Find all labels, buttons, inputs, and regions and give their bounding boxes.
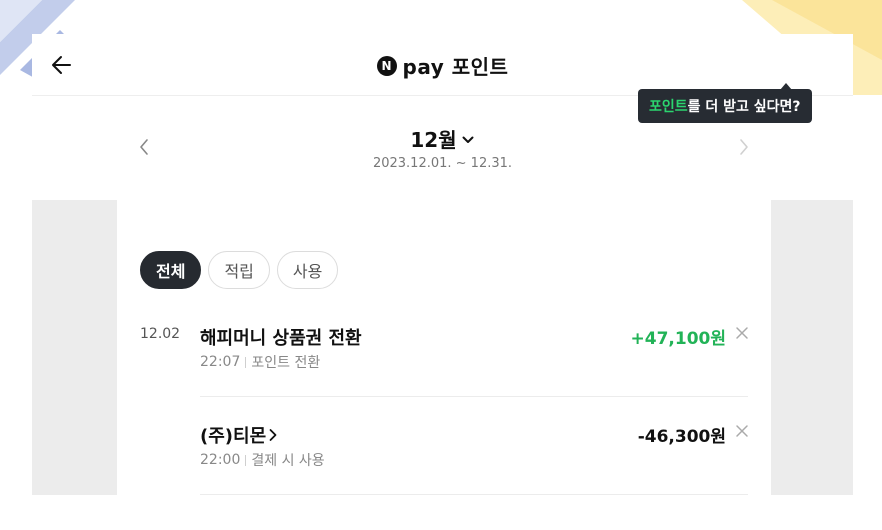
delete-close-icon[interactable] xyxy=(735,424,749,438)
transaction-time: 22:07 xyxy=(200,354,241,370)
month-selector[interactable]: 12월 xyxy=(32,124,853,153)
row-divider xyxy=(200,396,748,397)
page-title-text: pay 포인트 xyxy=(402,55,509,79)
filter-earn-chip[interactable]: 적립 xyxy=(208,251,270,289)
transaction-amount: +47,100원 xyxy=(630,329,727,349)
row-divider xyxy=(200,494,748,495)
meta-separator xyxy=(245,454,247,466)
transaction-category: 결제 시 사용 xyxy=(251,453,325,469)
chevron-down-icon xyxy=(462,136,474,143)
header: N pay 포인트 xyxy=(32,34,853,96)
transaction-meta: 22:00 결제 시 사용 xyxy=(200,450,325,470)
date-range: 2023.12.01. ~ 12.31. xyxy=(372,156,513,171)
naver-n-logo-icon: N xyxy=(376,55,397,76)
transaction-title-link[interactable]: (주)티몬 xyxy=(200,422,278,448)
transaction-title: 해피머니 상품권 전환 xyxy=(200,328,362,349)
page-title: N pay 포인트 xyxy=(32,51,853,80)
chevron-right-icon xyxy=(269,429,277,441)
filter-chips: 전체 적립 사용 xyxy=(140,251,339,289)
filter-use-chip[interactable]: 사용 xyxy=(276,251,339,289)
meta-separator xyxy=(245,356,247,368)
transaction-time: 22:00 xyxy=(200,452,241,468)
transaction-amount: -46,300원 xyxy=(637,427,726,447)
transaction-date: 12.02 xyxy=(140,326,181,342)
transaction-meta: 22:07 포인트 전환 xyxy=(200,352,320,372)
delete-close-icon[interactable] xyxy=(735,326,749,340)
month-navigator: 12월 2023.12.01. ~ 12.31. xyxy=(32,112,853,200)
transaction-category: 포인트 전환 xyxy=(251,355,321,371)
month-label: 12월 xyxy=(410,128,457,152)
transaction-panel: 전체 적립 사용 12.02 해피머니 상품권 전환 22:07 포인트 전환 … xyxy=(117,200,771,530)
filter-all-chip[interactable]: 전체 xyxy=(140,251,202,289)
transaction-title: (주)티몬 xyxy=(200,426,267,447)
next-month-chevron-icon[interactable] xyxy=(736,137,752,157)
